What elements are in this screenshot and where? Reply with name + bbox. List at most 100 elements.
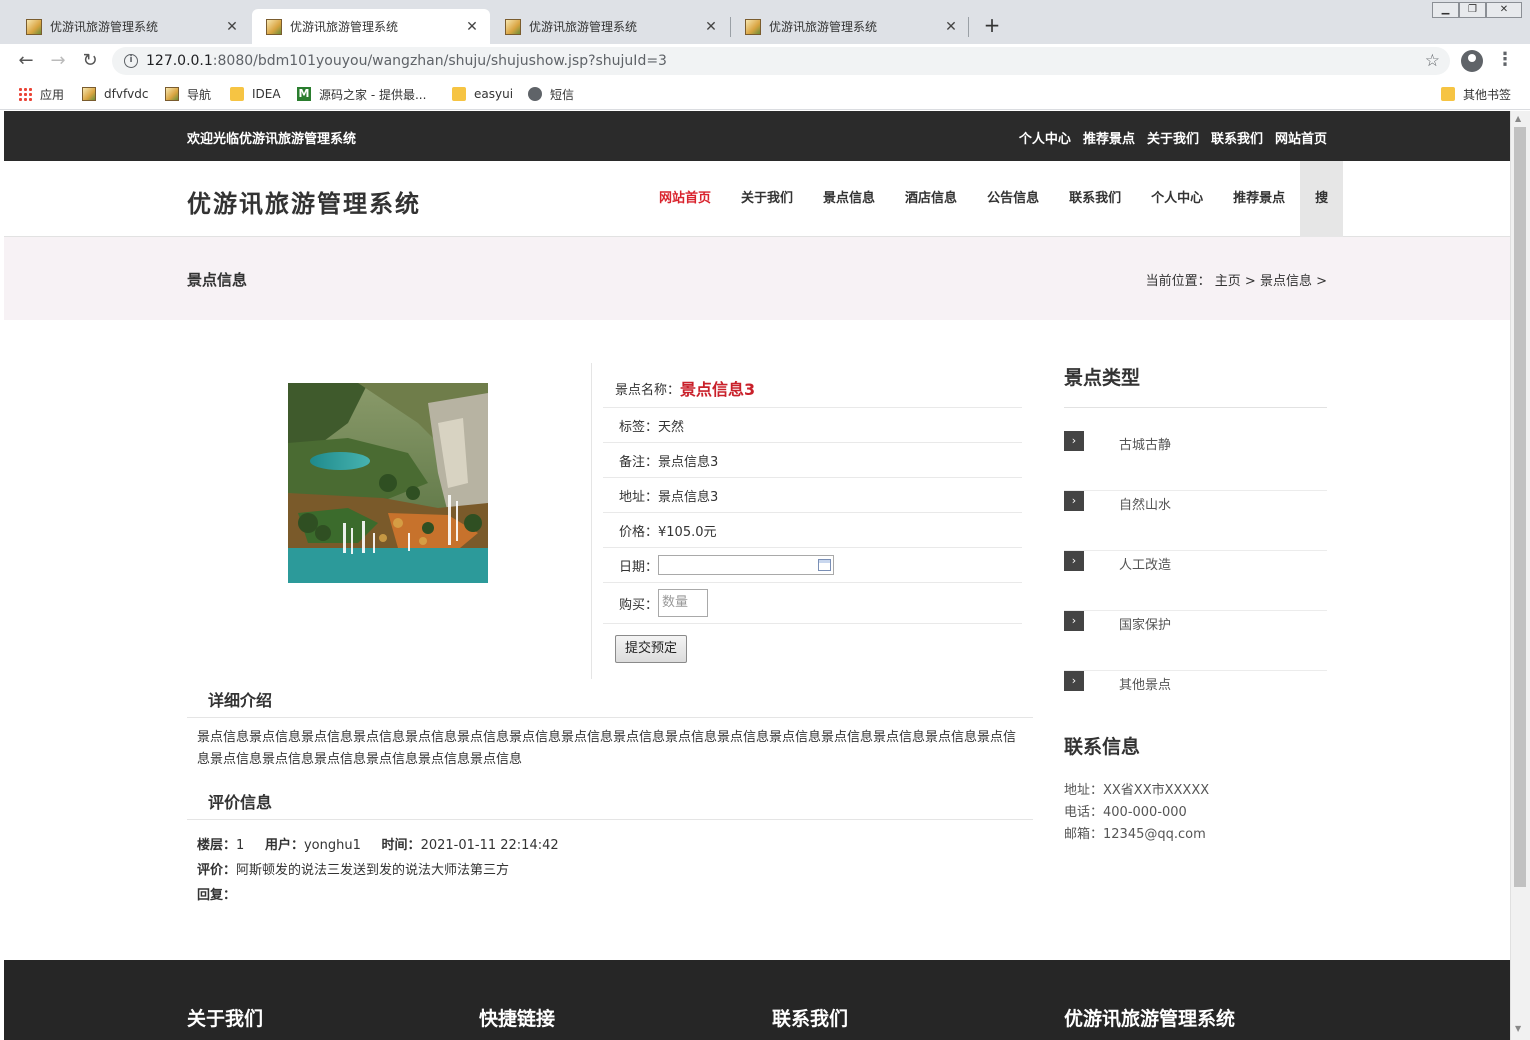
tab-title: 优游讯旅游管理系统: [769, 20, 878, 34]
maximize-icon[interactable]: ❐: [1459, 2, 1486, 18]
browser-tab[interactable]: 优游讯旅游管理系统 ✕: [491, 9, 729, 44]
browser-tab[interactable]: 优游讯旅游管理系统 ✕: [12, 9, 250, 44]
site-favicon-icon: [745, 18, 761, 35]
nav-search-button[interactable]: 搜: [1300, 161, 1344, 237]
minimize-icon[interactable]: ▁: [1432, 2, 1459, 18]
spot-info-list: 景点名称： 景点信息3 标签：天然 备注：景点信息3 地址：景点信息3 价格：¥1…: [603, 363, 1022, 624]
breadcrumb[interactable]: 当前位置： 主页 > 景点信息 >: [1146, 270, 1327, 289]
bookmark-label: easyui: [474, 87, 514, 101]
browser-tab-strip: 优游讯旅游管理系统 ✕ 优游讯旅游管理系统 ✕ 优游讯旅游管理系统 ✕ 优游讯旅…: [0, 0, 1530, 44]
date-label: 日期：: [619, 559, 659, 575]
calendar-icon[interactable]: [818, 559, 832, 571]
remark-text: 备注：景点信息3: [619, 454, 719, 470]
top-link-home[interactable]: 网站首页: [1275, 128, 1327, 147]
bookmark-item[interactable]: 导航: [165, 85, 211, 103]
comment-label: 评价：: [197, 863, 237, 878]
spot-name-label: 景点名称：: [615, 382, 681, 398]
bookmark-label: IDEA: [252, 87, 281, 101]
category-item[interactable]: › 其他景点: [1064, 671, 1327, 731]
footer-heading-contact: 联系我们: [772, 1008, 849, 1030]
address-bar[interactable]: i 127.0.0.1:8080/bdm101youyou/wangzhan/s…: [112, 47, 1450, 75]
new-tab-icon[interactable]: +: [980, 14, 1004, 38]
browser-tab[interactable]: 优游讯旅游管理系统 ✕: [731, 9, 969, 44]
page-scrollbar[interactable]: ▲ ▼: [1510, 111, 1530, 1040]
m-logo-icon: M: [297, 87, 311, 101]
tab-close-icon[interactable]: ✕: [703, 19, 719, 35]
nav-item-about[interactable]: 关于我们: [726, 161, 808, 237]
chevron-right-icon: ›: [1064, 491, 1084, 511]
back-arrow-icon[interactable]: ←: [14, 50, 38, 74]
category-item[interactable]: › 自然山水: [1064, 491, 1327, 551]
top-link-personal-center[interactable]: 个人中心: [1019, 128, 1071, 147]
bookmark-label: 应用: [40, 87, 65, 102]
nav-item-home[interactable]: 网站首页: [644, 161, 726, 237]
spot-name-row: 景点名称： 景点信息3: [603, 363, 1022, 408]
floor-label: 楼层：: [197, 838, 237, 853]
nav-item-hotels[interactable]: 酒店信息: [890, 161, 972, 237]
time-label: 时间：: [381, 838, 421, 853]
bookmark-star-icon[interactable]: ☆: [1425, 51, 1440, 71]
contact-heading: 联系信息: [1064, 736, 1141, 758]
url-host: 127.0.0.1: [146, 53, 213, 69]
bookmark-apps[interactable]: 应用: [18, 85, 64, 103]
category-item[interactable]: › 人工改造: [1064, 551, 1327, 611]
category-label: 其他景点: [1119, 678, 1172, 693]
globe-icon: [528, 87, 542, 101]
review-comment: 评价：阿斯顿发的说法三发送到发的说法大师法第三方: [197, 859, 509, 878]
contact-phone: 电话：400-000-000: [1064, 805, 1187, 820]
profile-avatar-icon[interactable]: [1461, 50, 1483, 72]
bookmark-item[interactable]: dfvfvdc: [82, 85, 148, 103]
tab-close-icon[interactable]: ✕: [464, 19, 480, 35]
buy-row: 购买： 数量: [603, 583, 1022, 624]
category-item[interactable]: › 古城古静: [1064, 431, 1327, 491]
tab-close-icon[interactable]: ✕: [943, 19, 959, 35]
forward-arrow-icon[interactable]: →: [46, 50, 70, 74]
site-favicon-icon: [82, 87, 96, 101]
bookmark-item[interactable]: M 源码之家 - 提供最...: [297, 85, 426, 103]
bookmark-item[interactable]: 短信: [528, 85, 574, 103]
quantity-input[interactable]: 数量: [658, 589, 709, 617]
welcome-text: 欢迎光临优游讯旅游管理系统: [187, 132, 357, 147]
top-links: 个人中心 推荐景点 关于我们 联系我们 网站首页: [1019, 128, 1327, 147]
date-input[interactable]: [658, 555, 835, 575]
browser-menu-icon[interactable]: ⋮: [1496, 50, 1514, 70]
footer-heading-about: 关于我们: [187, 1008, 264, 1030]
tab-title: 优游讯旅游管理系统: [290, 20, 399, 34]
bookmark-folder[interactable]: IDEA: [230, 85, 281, 103]
site-favicon-icon: [266, 18, 282, 35]
comment-text: 阿斯顿发的说法三发送到发的说法大师法第三方: [236, 863, 510, 878]
scrollbar-thumb[interactable]: [1514, 127, 1526, 887]
page-title: 景点信息: [187, 271, 248, 289]
url-path: :8080/bdm101youyou/wangzhan/shuju/shujus…: [212, 53, 667, 69]
price-text: 价格：¥105.0元: [619, 524, 717, 540]
address-row: 地址：景点信息3: [603, 478, 1022, 513]
site-title[interactable]: 优游讯旅游管理系统: [187, 184, 421, 219]
scroll-down-icon[interactable]: ▼: [1515, 1024, 1521, 1033]
tab-close-icon[interactable]: ✕: [224, 19, 240, 35]
nav-item-recommended[interactable]: 推荐景点: [1218, 161, 1300, 237]
category-item[interactable]: › 国家保护: [1064, 611, 1327, 671]
top-link-recommended[interactable]: 推荐景点: [1083, 128, 1135, 147]
window-close-icon[interactable]: ✕: [1486, 2, 1522, 18]
nav-item-contact[interactable]: 联系我们: [1054, 161, 1136, 237]
other-bookmarks[interactable]: 其他书签: [1441, 85, 1511, 103]
footer-heading-links: 快捷链接: [479, 1008, 556, 1030]
tab-title: 优游讯旅游管理系统: [50, 20, 159, 34]
scroll-up-icon[interactable]: ▲: [1515, 114, 1521, 123]
category-label: 古城古静: [1119, 438, 1172, 453]
submit-booking-button[interactable]: 提交预定: [615, 635, 687, 663]
nav-item-personal-center[interactable]: 个人中心: [1136, 161, 1218, 237]
site-info-icon[interactable]: i: [124, 54, 138, 68]
page-viewport: 欢迎光临优游讯旅游管理系统 个人中心 推荐景点 关于我们 联系我们 网站首页 优…: [4, 111, 1510, 1040]
nav-item-notices[interactable]: 公告信息: [972, 161, 1054, 237]
buy-label: 购买：: [619, 597, 659, 613]
browser-tab-active[interactable]: 优游讯旅游管理系统 ✕: [252, 9, 490, 44]
top-link-about[interactable]: 关于我们: [1147, 128, 1199, 147]
nav-item-spots[interactable]: 景点信息: [808, 161, 890, 237]
bookmark-folder[interactable]: easyui: [452, 85, 513, 103]
remark-row: 备注：景点信息3: [603, 443, 1022, 478]
tab-separator: [968, 17, 969, 37]
footer: 关于我们 快捷链接 联系我们 优游讯旅游管理系统: [4, 960, 1510, 1040]
top-link-contact[interactable]: 联系我们: [1211, 128, 1263, 147]
reload-icon[interactable]: ↻: [78, 50, 102, 74]
